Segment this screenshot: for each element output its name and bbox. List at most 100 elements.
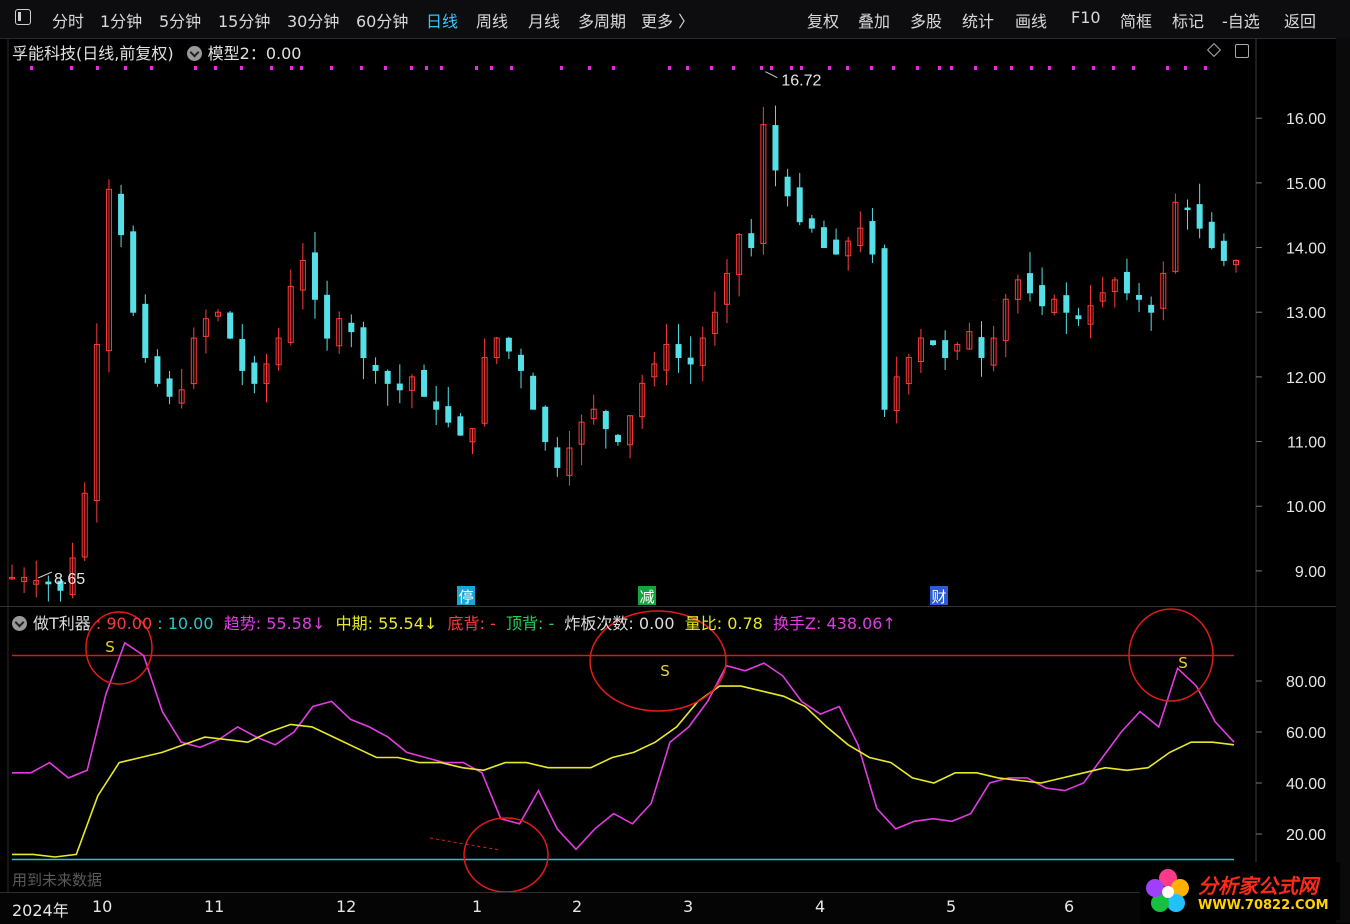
signal-dot	[790, 66, 793, 70]
x-tick-0: 2024年	[12, 901, 69, 920]
candle-body	[154, 356, 161, 384]
signal-dot	[510, 66, 513, 70]
candle-body	[118, 193, 125, 236]
signal-dot	[425, 66, 428, 70]
candle-body	[542, 406, 549, 443]
signal-dot	[870, 66, 873, 70]
indicator-name: 做T利器	[33, 614, 91, 633]
candle-body	[445, 406, 452, 423]
signal-dot	[96, 66, 99, 70]
x-tick-2: 11	[204, 897, 225, 916]
param-low: : 10.00	[157, 614, 214, 633]
signal-dot	[124, 66, 127, 70]
signal-dot	[760, 66, 763, 70]
price-tick-4: 13.00	[1286, 305, 1326, 322]
signal-dot	[800, 66, 803, 70]
price-tick-6: 15.00	[1286, 176, 1326, 193]
candle-body	[130, 231, 137, 313]
candle-body	[614, 434, 621, 443]
price-tick-1: 10.00	[1286, 499, 1326, 516]
right-scrollbar[interactable]	[1336, 38, 1350, 923]
low-label: 8.65	[54, 571, 85, 588]
signal-dot	[150, 66, 153, 70]
mid-label: 中期	[335, 614, 368, 633]
indicator-chevron-icon[interactable]	[12, 616, 27, 631]
candle-body	[675, 344, 682, 358]
price-chart: 9.00 10.00 11.00 12.00 13.00 14.00 15.00 16.00 1…	[7, 38, 1326, 893]
bottom-div-value: : -	[479, 614, 496, 633]
trend-label: 趋势	[223, 614, 256, 633]
signal-dot	[1030, 66, 1033, 70]
candle-body	[1184, 207, 1191, 211]
candle-body	[687, 357, 694, 365]
signal-s-2: S	[1178, 654, 1188, 672]
candle-body	[1208, 221, 1215, 249]
candle-body	[505, 337, 512, 352]
signal-dot	[1048, 66, 1051, 70]
candle-body	[324, 294, 331, 339]
signal-dot	[732, 66, 735, 70]
candle-body	[227, 312, 234, 339]
candle-body	[820, 227, 827, 249]
candle-body	[1136, 294, 1143, 300]
candle-body	[384, 370, 391, 384]
signal-dot	[686, 66, 689, 70]
candle-body	[45, 581, 52, 585]
signal-dot	[1132, 66, 1135, 70]
signal-dot	[1112, 66, 1115, 70]
price-tick-2: 11.00	[1287, 435, 1326, 452]
signal-dot	[194, 66, 197, 70]
x-tick-1: 10	[92, 897, 113, 916]
signal-dot	[490, 66, 493, 70]
burst-value: : 0.00	[628, 614, 675, 633]
candle-body	[942, 340, 949, 358]
signal-dot	[710, 66, 713, 70]
candle-body	[1039, 285, 1046, 307]
logo-text: 分析家公式网	[1198, 874, 1318, 898]
top-div-value: : -	[537, 614, 555, 633]
candle-body	[1026, 273, 1033, 294]
signal-dot	[1092, 66, 1095, 70]
candle-body	[881, 248, 888, 410]
top-div-label: 顶背	[505, 614, 538, 633]
panel-divider	[0, 606, 1350, 607]
candle-body	[554, 447, 561, 468]
vol-ratio-value: : 0.78	[716, 614, 763, 633]
vol-ratio-label: 量比	[684, 614, 717, 633]
candle-body	[311, 252, 318, 300]
signal-dot	[974, 66, 977, 70]
mid-value: : 55.54↓	[367, 614, 438, 633]
candle-body	[978, 337, 985, 358]
signal-dot	[994, 66, 997, 70]
candle-body	[457, 416, 464, 436]
candle-body	[1123, 271, 1130, 294]
ind-tick-1: 40.00	[1286, 776, 1326, 793]
event-tag-label-2: 财	[931, 588, 946, 606]
candle-body	[360, 327, 367, 358]
ind-tick-3: 80.00	[1286, 674, 1326, 691]
signal-dot	[950, 66, 953, 70]
turnover-label: 换手Z	[773, 614, 816, 633]
logo: 分析家公式网 WWW.70822.COM	[1140, 862, 1340, 920]
series-1-line	[12, 685, 1235, 858]
signal-dot	[1204, 66, 1207, 70]
signal-dot	[240, 66, 243, 70]
signal-dot	[1184, 66, 1187, 70]
candle-body	[517, 354, 524, 371]
trend-value: : 55.58↓	[255, 614, 326, 633]
signal-dot	[846, 66, 849, 70]
signal-dot	[70, 66, 73, 70]
x-tick-6: 3	[683, 897, 694, 916]
candle-body	[421, 369, 428, 397]
candle-body	[808, 218, 815, 229]
candle-body	[748, 233, 755, 249]
bottom-div-label: 底背	[447, 614, 480, 633]
candle-body	[1075, 315, 1082, 320]
signal-dot	[560, 66, 563, 70]
x-tick-7: 4	[815, 897, 826, 916]
high-label: 16.72	[781, 73, 821, 90]
x-tick-5: 2	[572, 897, 583, 916]
ind-tick-2: 60.00	[1286, 725, 1326, 742]
future-data-note: 用到未来数据	[12, 871, 103, 889]
price-tick-5: 14.00	[1286, 241, 1326, 258]
